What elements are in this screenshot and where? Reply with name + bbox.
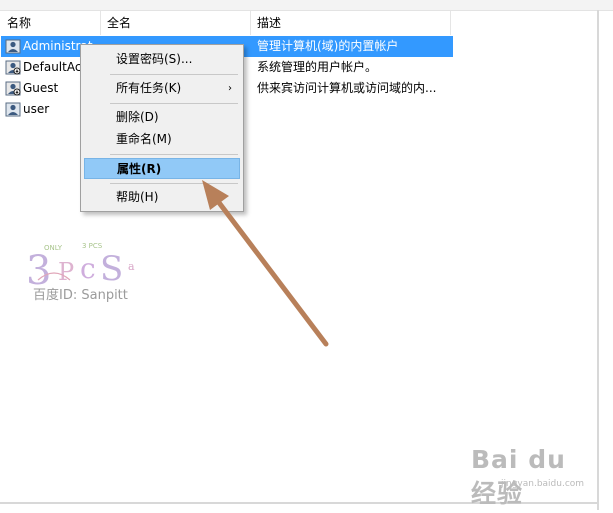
baidu-watermark-url: jingyan.baidu.com <box>501 479 585 489</box>
baidu-watermark: Bai du 经验 jingyan.baidu.com <box>471 445 591 508</box>
svg-text:S: S <box>100 249 123 289</box>
svg-text:3 PCS: 3 PCS <box>82 242 103 250</box>
svg-text:c: c <box>80 252 96 285</box>
svg-text:a: a <box>128 260 135 273</box>
svg-text:P: P <box>58 258 74 286</box>
svg-text:ONLY: ONLY <box>44 244 63 252</box>
watermark-text: 百度ID: Sanpitt <box>33 288 128 303</box>
baidu-watermark-brand: Bai du 经验 <box>471 445 566 508</box>
